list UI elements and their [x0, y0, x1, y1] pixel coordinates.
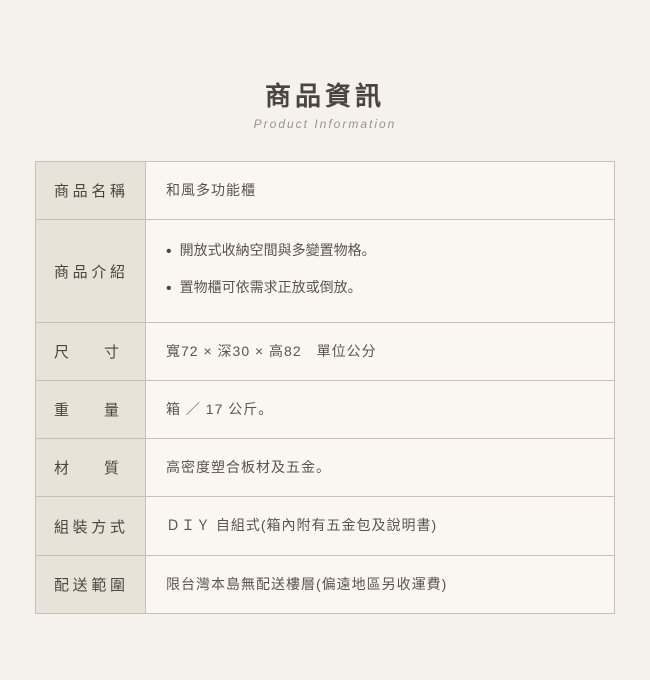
row-value-5: ＤＩＹ 自組式(箱內附有五金包及說明書) [146, 497, 615, 555]
value-text: ＤＩＹ 自組式(箱內附有五金包及說明書) [166, 517, 437, 533]
table-row: 商品介紹 • 開放式收納空間與多變置物格。 • 置物櫃可依需求正放或倒放。 [36, 220, 615, 323]
page-subtitle: Product Information [35, 117, 615, 131]
table-row: 尺 寸 寬72 × 深30 × 高82 單位公分 [36, 322, 615, 380]
row-label-5: 組裝方式 [36, 497, 146, 555]
table-row: 組裝方式 ＤＩＹ 自組式(箱內附有五金包及說明書) [36, 497, 615, 555]
row-value-3: 箱 ／ 17 公斤。 [146, 381, 615, 439]
value-text: 寬72 × 深30 × 高82 單位公分 [166, 343, 377, 359]
bullet-symbol: • [166, 238, 172, 267]
page-header: 商品資訊 Product Information [35, 66, 615, 141]
value-text: 和風多功能櫃 [166, 182, 256, 198]
value-text: 限台灣本島無配送樓層(偏遠地區另收運費) [166, 576, 447, 592]
row-value-1: • 開放式收納空間與多變置物格。 • 置物櫃可依需求正放或倒放。 [146, 220, 615, 323]
product-info-container: 商品資訊 Product Information 商品名稱和風多功能櫃商品介紹•… [35, 66, 615, 614]
row-label-0: 商品名稱 [36, 162, 146, 220]
bullet-item: • 開放式收納空間與多變置物格。 [166, 238, 594, 267]
table-row: 材 質 高密度塑合板材及五金。 [36, 439, 615, 497]
table-row: 配送範圍 限台灣本島無配送樓層(偏遠地區另收運費) [36, 555, 615, 613]
row-value-0: 和風多功能櫃 [146, 162, 615, 220]
bullet-symbol: • [166, 275, 172, 304]
table-row: 重 量 箱 ／ 17 公斤。 [36, 381, 615, 439]
row-label-1: 商品介紹 [36, 220, 146, 323]
value-text: 箱 ／ 17 公斤。 [166, 401, 273, 417]
row-value-6: 限台灣本島無配送樓層(偏遠地區另收運費) [146, 555, 615, 613]
product-table: 商品名稱 和風多功能櫃商品介紹 • 開放式收納空間與多變置物格。 • 置物櫃可依需求正放或… [35, 161, 615, 614]
value-text: 高密度塑合板材及五金。 [166, 459, 331, 475]
row-value-4: 高密度塑合板材及五金。 [146, 439, 615, 497]
page-title: 商品資訊 [35, 76, 615, 113]
table-row: 商品名稱 和風多功能櫃 [36, 162, 615, 220]
row-label-6: 配送範圍 [36, 555, 146, 613]
bullet-text: 置物櫃可依需求正放或倒放。 [180, 275, 362, 300]
row-label-2: 尺 寸 [36, 322, 146, 380]
row-label-4: 材 質 [36, 439, 146, 497]
bullet-item: • 置物櫃可依需求正放或倒放。 [166, 275, 594, 304]
row-value-2: 寬72 × 深30 × 高82 單位公分 [146, 322, 615, 380]
row-label-3: 重 量 [36, 381, 146, 439]
bullet-text: 開放式收納空間與多變置物格。 [180, 238, 376, 263]
